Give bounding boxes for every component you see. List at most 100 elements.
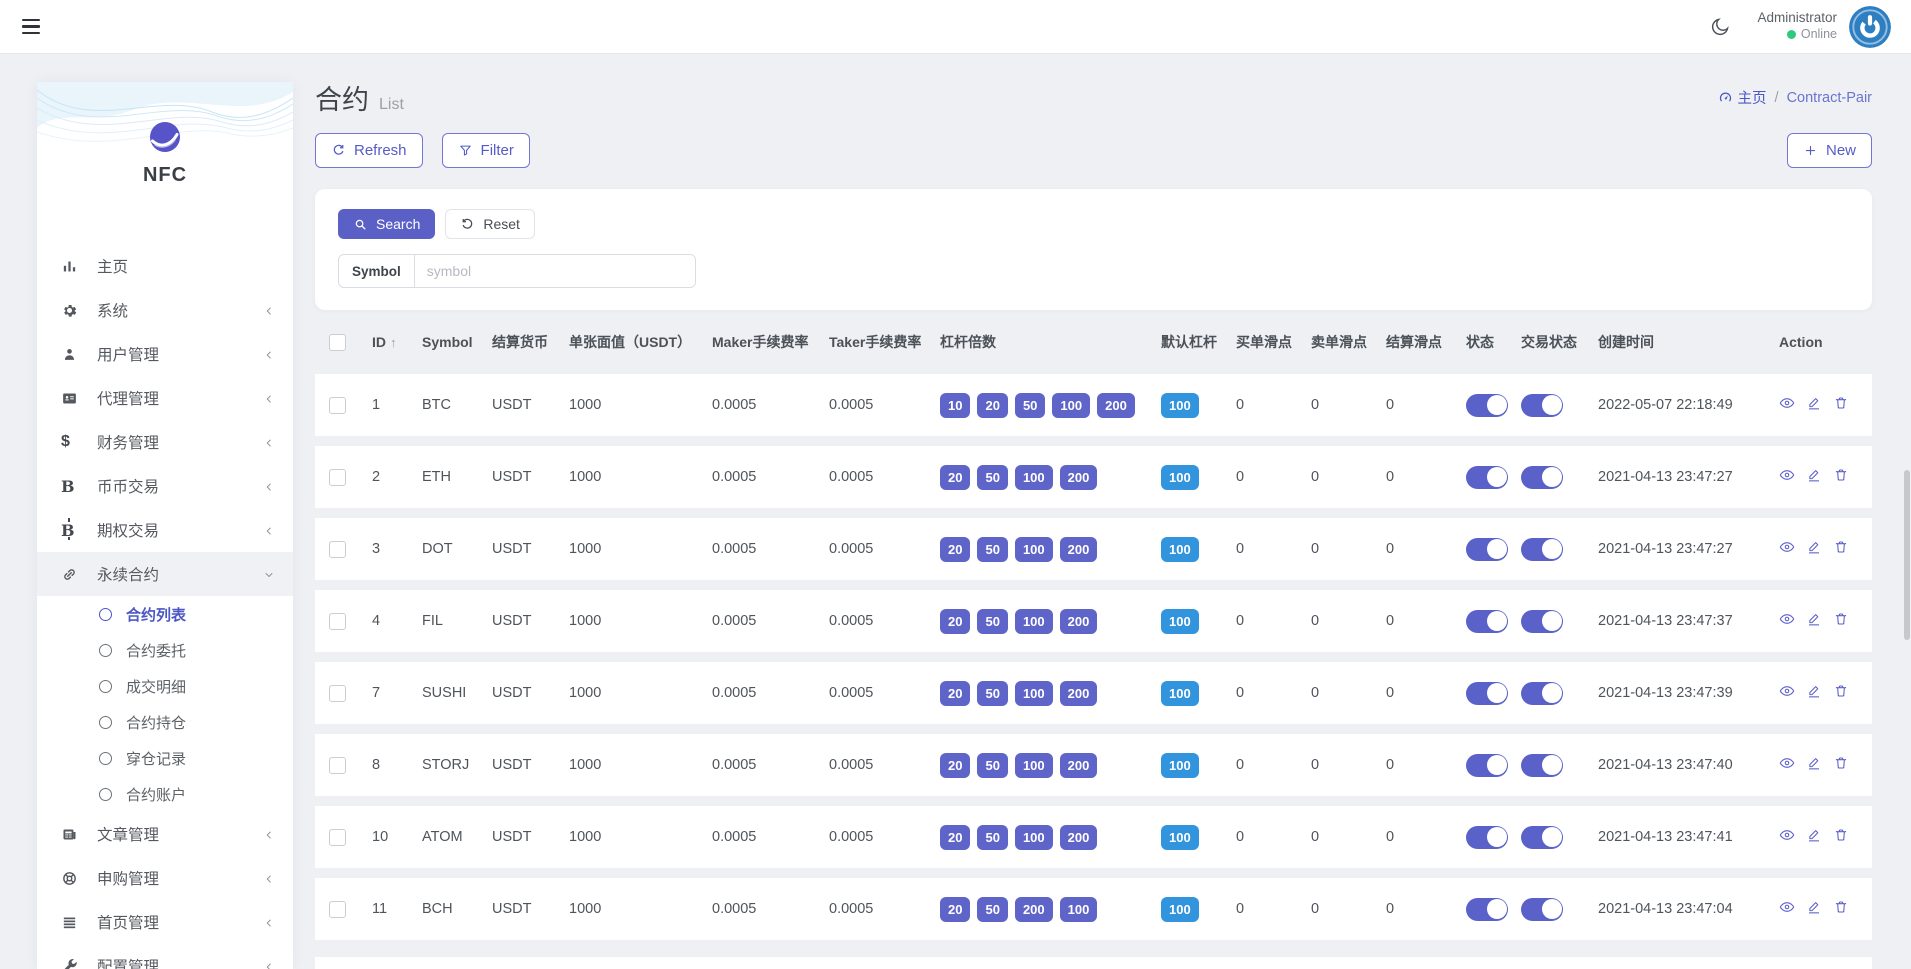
view-button[interactable] [1779,467,1795,483]
row-settle-currency: USDT [492,878,569,940]
edit-button[interactable] [1806,683,1822,699]
sidebar-item-1[interactable]: 主页 [37,244,293,288]
sidebar-item-10[interactable]: 申购管理 [37,856,293,900]
column-header-15[interactable]: Action [1779,320,1872,364]
sidebar-item-7[interactable]: B 期权交易 [37,508,293,552]
status-toggle[interactable] [1466,897,1508,921]
view-button[interactable] [1779,827,1795,843]
sidebar-subitem-1[interactable]: 合约列表 [37,596,293,632]
sidebar-subitem-3[interactable]: 成交明细 [37,668,293,704]
status-toggle[interactable] [1466,753,1508,777]
column-header-3[interactable]: 结算货币 [492,320,569,364]
row-checkbox[interactable] [329,540,346,558]
row-checkbox[interactable] [329,756,346,774]
sidebar-item-8[interactable]: 永续合约 [37,552,293,596]
column-header-8[interactable]: 默认杠杆 [1161,320,1236,364]
edit-button[interactable] [1806,395,1822,411]
sidebar-item-6[interactable]: B 币币交易 [37,464,293,508]
row-checkbox[interactable] [329,396,346,414]
edit-button[interactable] [1806,611,1822,627]
column-header-10[interactable]: 卖单滑点 [1311,320,1386,364]
dark-mode-toggle-icon[interactable] [1709,16,1731,38]
sidebar-item-2[interactable]: 系统 [37,288,293,332]
view-button[interactable] [1779,899,1795,915]
view-button[interactable] [1779,755,1795,771]
trade-status-toggle[interactable] [1521,537,1563,561]
sidebar-item-3[interactable]: 用户管理 [37,332,293,376]
column-header-11[interactable]: 结算滑点 [1386,320,1466,364]
status-toggle[interactable] [1466,393,1508,417]
delete-button[interactable] [1833,467,1849,483]
status-toggle[interactable] [1466,681,1508,705]
avatar[interactable] [1849,5,1891,48]
edit-button[interactable] [1806,899,1822,915]
edit-button[interactable] [1806,539,1822,555]
sort-asc-icon[interactable]: ↑ [390,335,397,350]
column-header-13[interactable]: 交易状态 [1521,320,1598,364]
sidebar-subitem-6[interactable]: 合约账户 [37,776,293,812]
toggle-knob [1541,611,1562,631]
trade-status-toggle[interactable] [1521,609,1563,633]
search-button[interactable]: Search [338,209,436,239]
sidebar-subitem-4[interactable]: 合约持仓 [37,704,293,740]
trade-status-toggle[interactable] [1521,825,1563,849]
column-header-7[interactable]: 杠杆倍数 [940,320,1161,364]
status-toggle[interactable] [1466,537,1508,561]
sidebar-subitem-2[interactable]: 合约委托 [37,632,293,668]
trade-status-toggle[interactable] [1521,897,1563,921]
column-header-14[interactable]: 创建时间 [1598,320,1779,364]
delete-button[interactable] [1833,611,1849,627]
trade-status-toggle[interactable] [1521,393,1563,417]
sidebar-item-11[interactable]: 首页管理 [37,900,293,944]
breadcrumb-home-link[interactable]: 主页 [1718,87,1767,108]
column-header-2[interactable]: Symbol [422,320,492,364]
edit-button[interactable] [1806,467,1822,483]
status-toggle[interactable] [1466,609,1508,633]
scrollbar-thumb[interactable] [1904,470,1910,640]
delete-button[interactable] [1833,755,1849,771]
breadcrumb-current-link[interactable]: Contract-Pair [1787,90,1872,106]
row-checkbox[interactable] [329,684,346,702]
sidebar-item-5[interactable]: $ 财务管理 [37,420,293,464]
filter-button[interactable]: Filter [441,133,530,168]
symbol-input[interactable] [414,255,695,287]
view-button[interactable] [1779,539,1795,555]
delete-button[interactable] [1833,827,1849,843]
select-all-checkbox[interactable] [329,333,346,351]
column-header-6[interactable]: Taker手续费率 [829,320,940,364]
row-checkbox[interactable] [329,468,346,486]
delete-button[interactable] [1833,683,1849,699]
row-checkbox[interactable] [329,900,346,918]
sidebar-subitem-5[interactable]: 穿仓记录 [37,740,293,776]
edit-button[interactable] [1806,755,1822,771]
row-settle-slippage: 0 [1386,662,1466,724]
column-header-12[interactable]: 状态 [1466,320,1521,364]
refresh-button[interactable]: Refresh [315,133,423,168]
user-block[interactable]: Administrator Online [1757,5,1891,48]
view-button[interactable] [1779,611,1795,627]
row-checkbox[interactable] [329,612,346,630]
edit-button[interactable] [1806,827,1822,843]
column-header-9[interactable]: 买单滑点 [1236,320,1311,364]
view-button[interactable] [1779,395,1795,411]
row-checkbox[interactable] [329,828,346,846]
column-header-1[interactable]: ID ↑ [372,320,422,364]
trade-status-toggle[interactable] [1521,681,1563,705]
new-button[interactable]: New [1786,133,1872,168]
delete-button[interactable] [1833,539,1849,555]
sidebar-item-9[interactable]: 文章管理 [37,812,293,856]
view-button[interactable] [1779,683,1795,699]
sidebar-item-4[interactable]: 代理管理 [37,376,293,420]
status-toggle[interactable] [1466,465,1508,489]
toggle-knob [1486,899,1507,919]
reset-button[interactable]: Reset [445,209,535,239]
trade-status-toggle[interactable] [1521,753,1563,777]
status-toggle[interactable] [1466,825,1508,849]
column-header-4[interactable]: 单张面值（USDT） [569,320,712,364]
sidebar-item-12[interactable]: 配置管理 [37,944,293,969]
delete-button[interactable] [1833,899,1849,915]
sidebar-toggle-button[interactable] [22,14,48,40]
trade-status-toggle[interactable] [1521,465,1563,489]
delete-button[interactable] [1833,395,1849,411]
column-header-5[interactable]: Maker手续费率 [712,320,829,364]
